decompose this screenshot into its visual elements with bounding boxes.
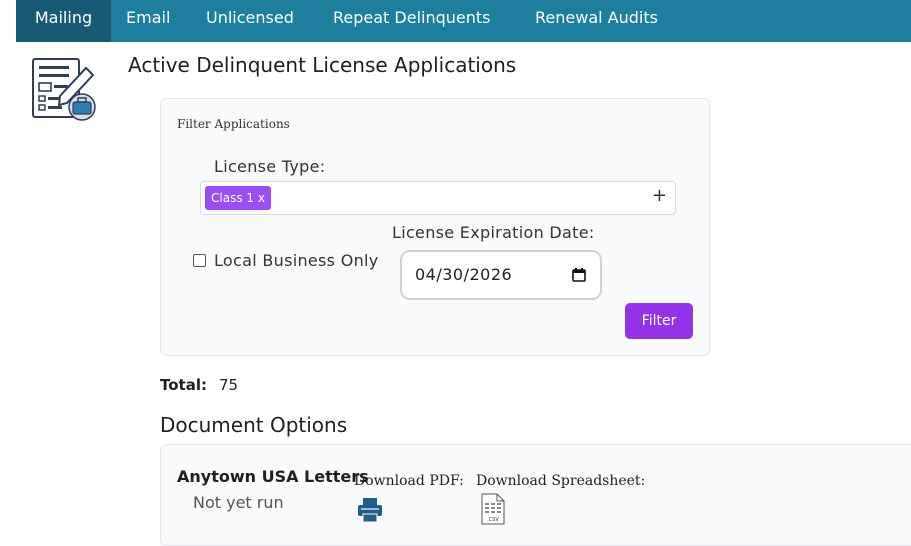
- tab-mailing[interactable]: Mailing: [16, 0, 111, 42]
- license-type-chip[interactable]: Class 1 x: [205, 186, 271, 210]
- tab-email[interactable]: Email: [126, 0, 170, 42]
- local-business-label: Local Business Only: [214, 250, 379, 270]
- local-business-row: Local Business Only: [193, 249, 379, 271]
- expiration-date-label: License Expiration Date:: [392, 223, 595, 242]
- license-type-label: License Type:: [214, 157, 326, 176]
- total-value: 75: [218, 376, 239, 394]
- page-title: Active Delinquent License Applications: [128, 53, 517, 77]
- filter-heading: Filter Applications: [177, 117, 290, 131]
- tab-unlicensed[interactable]: Unlicensed: [206, 0, 294, 42]
- local-business-checkbox[interactable]: [193, 253, 206, 267]
- download-spreadsheet-label: Download Spreadsheet:: [476, 473, 646, 489]
- form-briefcase-icon: [32, 58, 96, 121]
- document-options-heading: Document Options: [160, 413, 348, 437]
- document-name: Anytown USA Letters: [177, 467, 369, 486]
- total-count: Total: 75: [160, 376, 238, 394]
- filter-panel: Filter Applications License Type: Class …: [160, 98, 710, 356]
- tab-renewal-audits[interactable]: Renewal Audits: [535, 0, 658, 42]
- license-type-multiselect[interactable]: Class 1 x +: [200, 181, 676, 215]
- expiration-date-value: 04/30/2026: [415, 265, 513, 284]
- csv-file-icon[interactable]: .CSV: [481, 493, 505, 525]
- top-nav: Mailing Email Unlicensed Repeat Delinque…: [16, 0, 911, 42]
- svg-text:.CSV: .CSV: [487, 517, 499, 523]
- add-icon[interactable]: +: [652, 185, 667, 206]
- expiration-date-input[interactable]: 04/30/2026: [400, 250, 602, 300]
- total-label: Total:: [160, 376, 207, 394]
- document-options-card: Anytown USA Letters Not yet run Download…: [160, 444, 911, 546]
- download-pdf-label: Download PDF:: [354, 473, 464, 489]
- filter-button[interactable]: Filter: [625, 303, 693, 339]
- document-status: Not yet run: [193, 493, 284, 512]
- printer-icon[interactable]: [357, 497, 383, 523]
- calendar-icon[interactable]: [572, 268, 586, 282]
- tab-repeat-delinquents[interactable]: Repeat Delinquents: [333, 0, 491, 42]
